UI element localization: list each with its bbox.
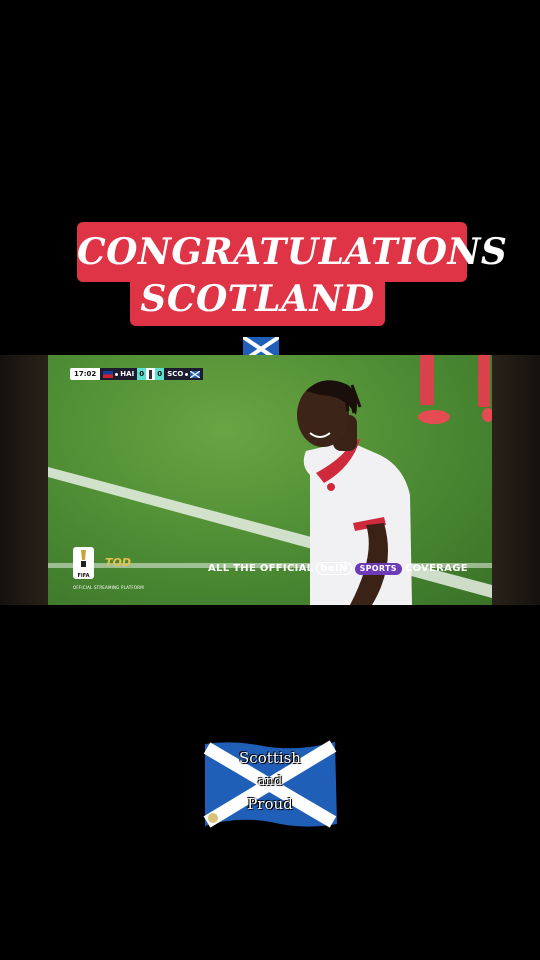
scorebug: 17:02 HAI 0 0 SCO [70,368,204,380]
platform-note: OFFICIAL STREAMING PLATFORM [73,585,144,590]
trophy-icon [81,550,86,567]
haiti-flag-icon [103,370,114,378]
sticker-line-1: Scottish [239,749,301,767]
away-team-code: SCO [167,370,184,378]
team-dot-icon [185,372,189,376]
home-team: HAI [100,368,138,380]
sticker-line-2: and [257,774,283,789]
broadcast-overlay: ALL THE OFFICIAL beIN SPORTS COVERAGE [208,562,468,575]
sports-pill: SPORTS [354,562,402,575]
sticker-line-3: Proud [247,795,293,813]
match-video-frame[interactable]: 17:02 HAI 0 0 SCO FIFA TOD OFFICIAL STRE… [48,355,492,605]
banner-line-1: CONGRATULATIONS [77,231,508,273]
bein-logo: beIN [316,562,352,575]
fifa-world-cup-badge: FIFA [73,547,94,579]
video-blur-right [492,355,540,605]
scotland-mini-flag-icon [190,370,201,378]
team-dot-icon [115,372,119,376]
home-score: 0 [137,368,147,380]
away-team: SCO [164,368,204,380]
tournament-logo-icon [146,368,156,380]
home-team-code: HAI [120,370,135,378]
match-clock: 17:02 [70,368,101,380]
streaming-logo: TOD [105,556,131,569]
video-blur-left [0,355,48,605]
banner-line-2: SCOTLAND [140,278,375,320]
congratulations-banner: CONGRATULATIONS [77,222,507,282]
away-score: 0 [155,368,165,380]
scottish-and-proud-sticker: Scottish and Proud [203,740,337,828]
fifa-label: FIFA [77,573,90,579]
overlay-prefix: ALL THE OFFICIAL [208,563,314,574]
overlay-suffix: COVERAGE [404,563,468,574]
scotland-banner: SCOTLAND [130,274,385,363]
